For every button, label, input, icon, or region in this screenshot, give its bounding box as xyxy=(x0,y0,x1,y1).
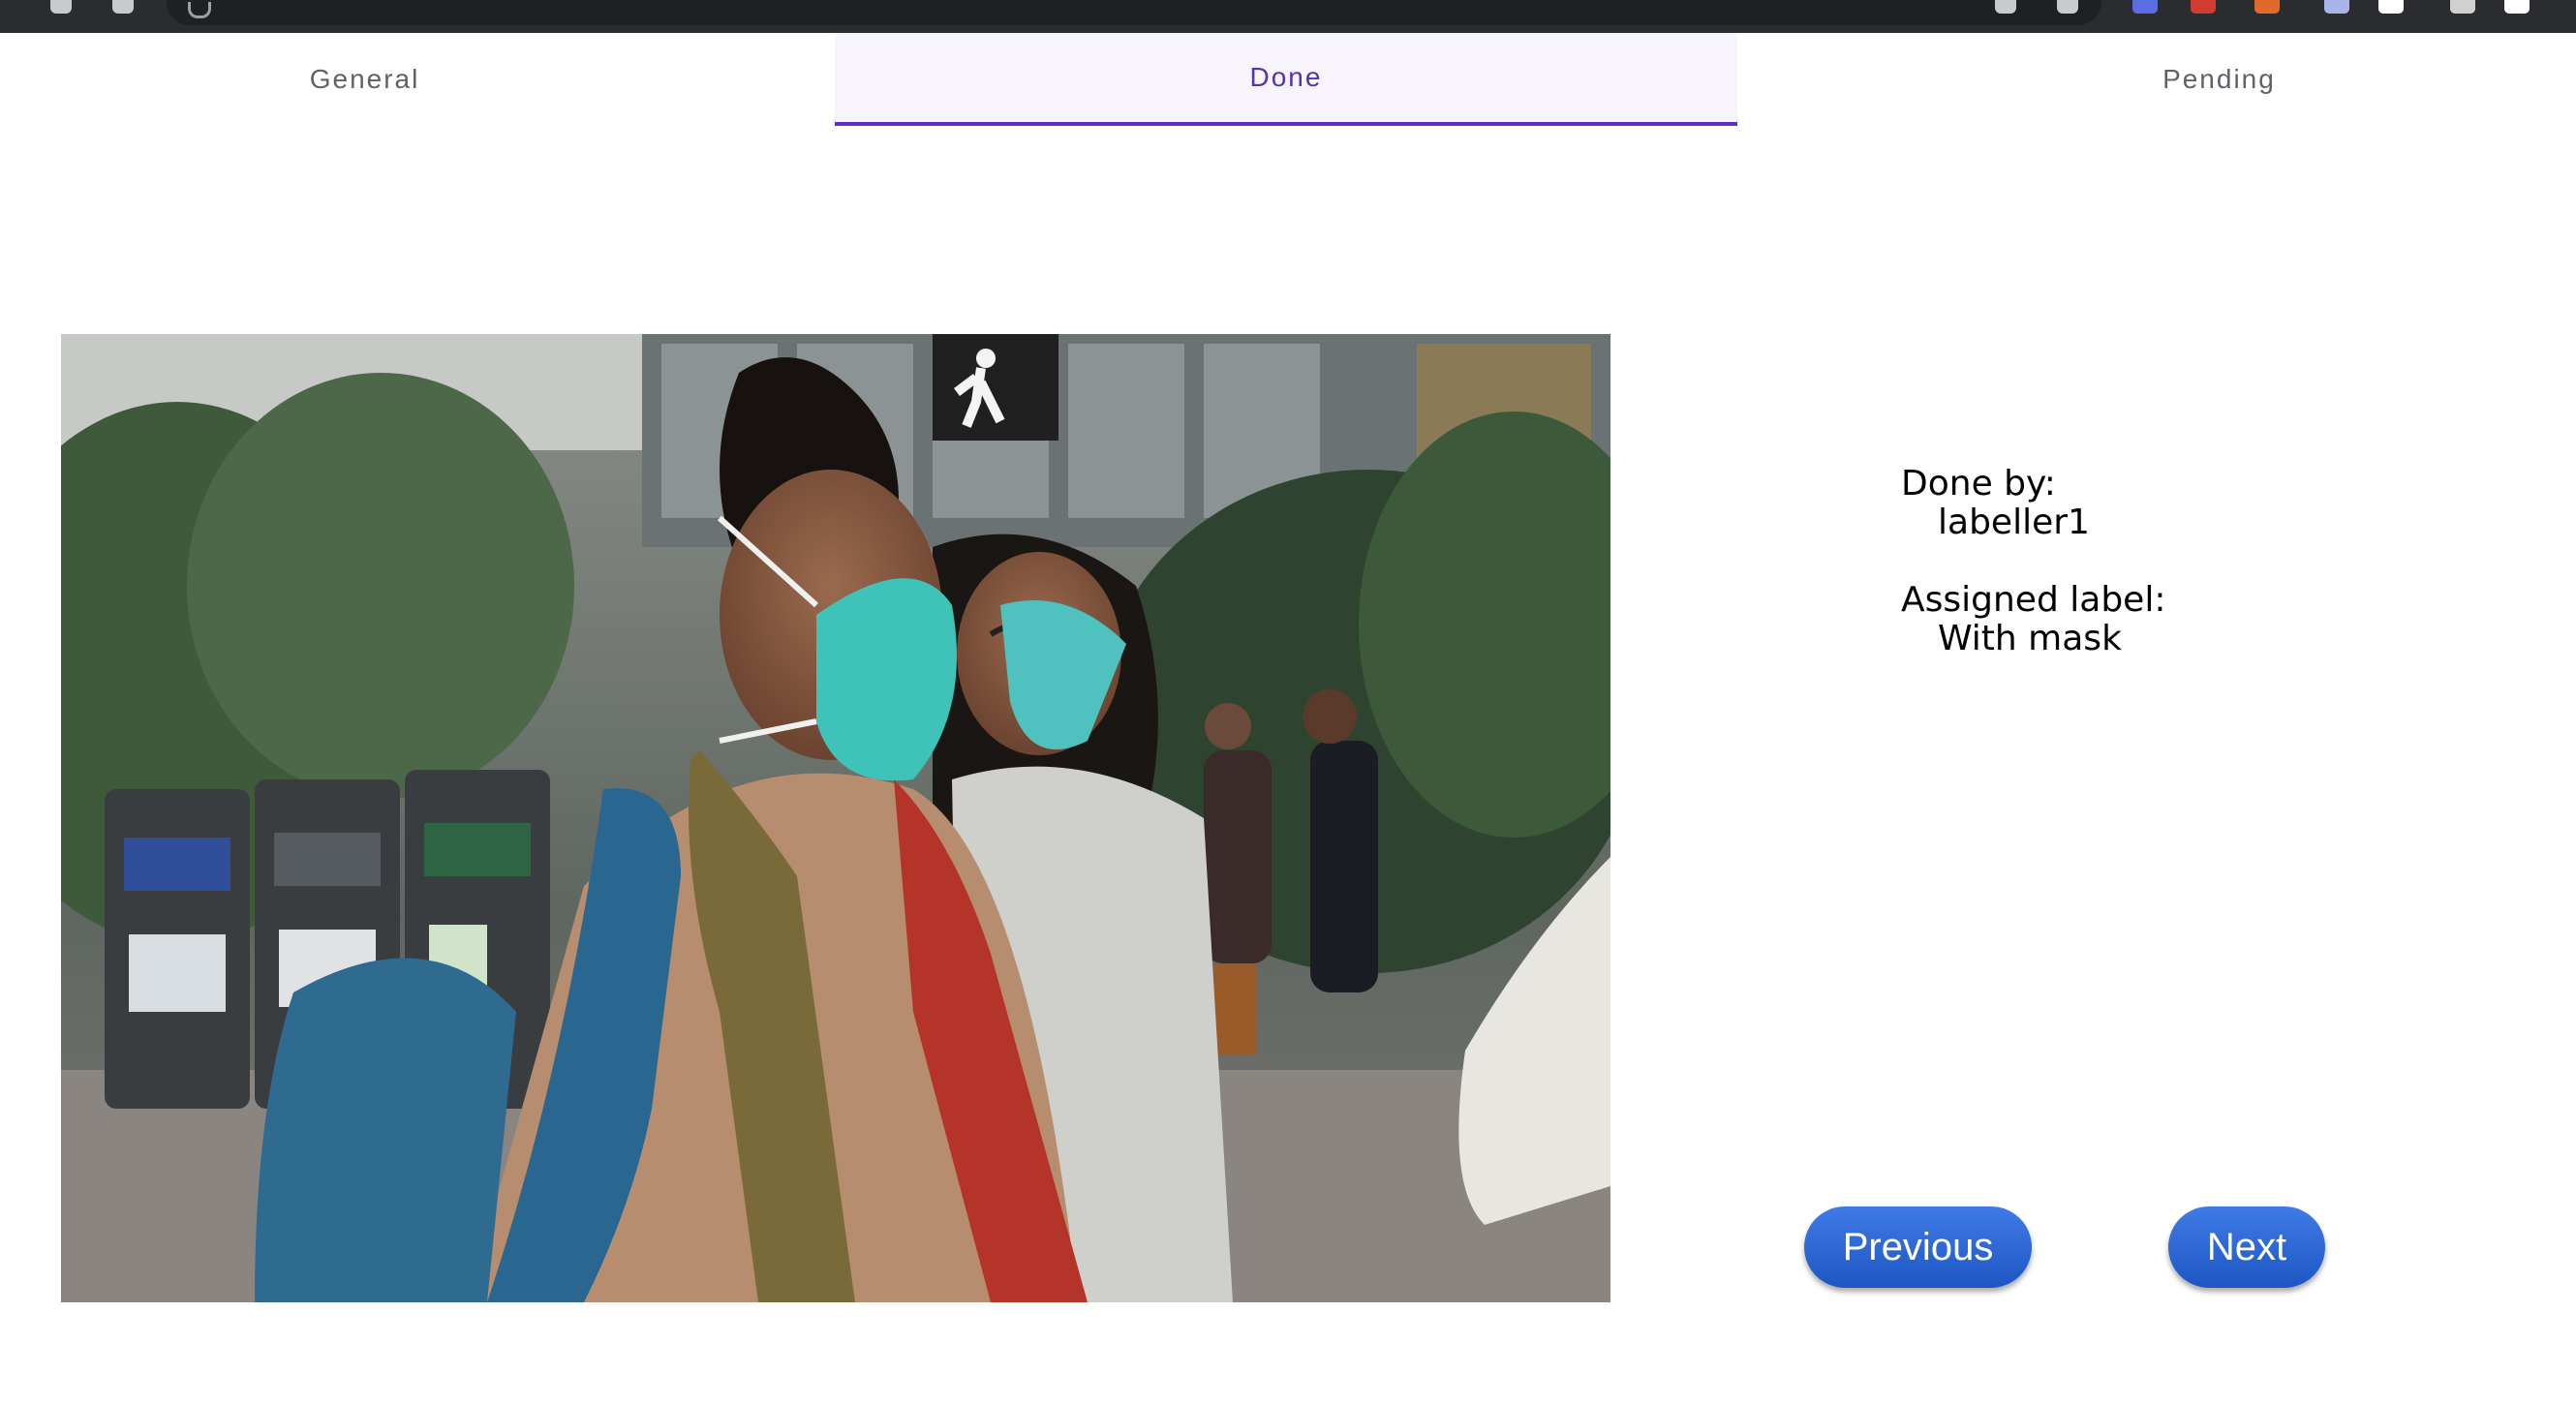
previous-button[interactable]: Previous xyxy=(1804,1206,2032,1288)
address-bar[interactable] xyxy=(167,0,2101,25)
extension-icon[interactable] xyxy=(2324,0,2349,14)
extension-icon[interactable] xyxy=(2191,0,2216,14)
assigned-label-label: Assigned label: xyxy=(1901,580,2166,620)
puzzle-icon[interactable] xyxy=(2450,0,2475,14)
home-icon[interactable] xyxy=(112,0,134,14)
extension-icon[interactable] xyxy=(2254,0,2280,14)
extension-icon[interactable] xyxy=(2132,0,2158,14)
label-info-panel: Done by: labeller1 Assigned label: With … xyxy=(1901,465,2165,658)
tab-pending[interactable]: Pending xyxy=(1610,33,2576,126)
sample-image xyxy=(61,334,1610,1302)
browser-toolbar xyxy=(0,0,2576,34)
next-button[interactable]: Next xyxy=(2168,1206,2325,1288)
profile-icon[interactable] xyxy=(2504,0,2530,14)
tab-general[interactable]: General xyxy=(0,33,729,126)
lock-icon xyxy=(188,2,211,18)
bookmark-star-icon[interactable] xyxy=(2057,0,2078,14)
tab-done[interactable]: Done xyxy=(835,33,1737,126)
reload-icon[interactable] xyxy=(50,0,72,14)
done-by-label: Done by: xyxy=(1901,464,2056,504)
share-icon[interactable] xyxy=(1995,0,2016,14)
extension-icon[interactable] xyxy=(2378,0,2404,14)
done-by-value: labeller1 xyxy=(1938,503,2090,542)
assigned-label-value: With mask xyxy=(1938,619,2122,658)
tab-bar: General Done Pending xyxy=(0,33,2576,126)
